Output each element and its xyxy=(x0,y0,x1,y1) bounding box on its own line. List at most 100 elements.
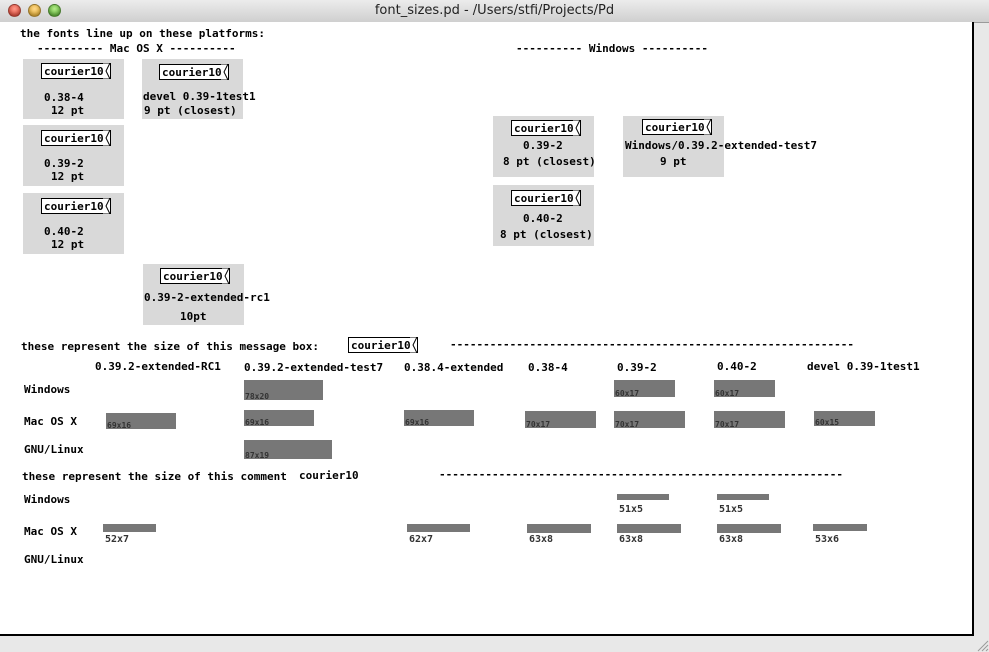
size-label: 70x17 xyxy=(526,420,551,429)
row-label: Windows xyxy=(24,493,71,506)
message-box[interactable]: courier10 xyxy=(160,268,230,284)
size-label: 70x17 xyxy=(615,420,640,429)
sample-size: 8 pt (closest) xyxy=(500,228,593,241)
size-label: 51x5 xyxy=(619,504,644,515)
size-block: 70x17 xyxy=(525,411,596,429)
patch-canvas[interactable]: the fonts line up on these platforms: --… xyxy=(0,22,974,636)
windows-heading: ---------- Windows ---------- xyxy=(516,42,709,55)
message-box[interactable]: courier10 xyxy=(41,63,111,79)
message-box-text: courier10 xyxy=(514,122,574,135)
size-label: 62x7 xyxy=(409,534,434,545)
intro-comment: the fonts line up on these platforms: xyxy=(20,27,266,40)
sample-size: 12 pt xyxy=(51,104,85,117)
sample-size: 9 pt xyxy=(660,155,687,168)
size-block: 60x15 xyxy=(814,411,875,427)
column-header: 0.38.4-extended xyxy=(404,361,504,374)
size-block: 69x16 xyxy=(244,410,314,427)
size-block xyxy=(717,524,781,533)
message-box[interactable]: courier10 xyxy=(642,119,712,135)
size-block xyxy=(103,524,156,532)
resize-grip-icon[interactable] xyxy=(975,638,989,652)
sample-size: 10pt xyxy=(180,310,207,323)
row-label: GNU/Linux xyxy=(24,553,84,566)
column-header: 0.38-4 xyxy=(528,361,568,374)
msgsize-title: these represent the size of this message… xyxy=(21,340,320,353)
message-box-text: courier10 xyxy=(44,200,104,213)
size-label: 70x17 xyxy=(715,420,740,429)
size-label: 69x16 xyxy=(245,418,270,427)
comment-sample: courier10 xyxy=(299,469,359,482)
title-bar: font_sizes.pd - /Users/stfi/Projects/Pd xyxy=(0,0,989,23)
column-header: 0.39.2-extended-test7 xyxy=(244,361,384,374)
sample-version: 0.40-2 xyxy=(44,225,84,238)
size-block: 60x17 xyxy=(714,380,775,398)
message-flag-icon xyxy=(103,63,111,79)
message-flag-icon xyxy=(704,119,712,135)
size-block: 70x17 xyxy=(614,411,685,429)
message-box-text: courier10 xyxy=(514,192,574,205)
column-header: 0.39.2-extended-RC1 xyxy=(95,360,221,373)
size-label: 53x6 xyxy=(815,534,840,545)
size-block xyxy=(407,524,470,532)
window-title: font_sizes.pd - /Users/stfi/Projects/Pd xyxy=(374,3,615,18)
size-label: 60x17 xyxy=(615,389,640,398)
message-box-text: courier10 xyxy=(44,132,104,145)
size-label: 60x17 xyxy=(715,389,740,398)
row-label: GNU/Linux xyxy=(24,443,84,456)
size-block xyxy=(717,494,769,500)
message-box-text: courier10 xyxy=(44,65,104,78)
size-label: 63x8 xyxy=(619,534,644,545)
commentsize-title: these represent the size of this comment xyxy=(22,470,287,483)
message-box[interactable]: courier10 xyxy=(511,190,581,206)
size-block xyxy=(617,494,669,500)
size-label: 52x7 xyxy=(105,534,130,545)
size-label: 69x16 xyxy=(405,418,430,427)
message-box[interactable]: courier10 xyxy=(41,130,111,146)
message-box[interactable]: courier10 xyxy=(348,337,418,353)
size-label: 51x5 xyxy=(719,504,744,515)
size-block: 70x17 xyxy=(714,411,785,429)
sample-version: devel 0.39-1test1 xyxy=(143,90,256,103)
sample-version: 0.39-2 xyxy=(523,139,563,152)
sample-size: 12 pt xyxy=(51,170,85,183)
size-label: 69x16 xyxy=(107,421,132,430)
msgsize-dashes: ----------------------------------------… xyxy=(450,338,854,351)
message-box[interactable]: courier10 xyxy=(41,198,111,214)
size-block: 69x16 xyxy=(404,410,474,427)
message-flag-icon xyxy=(103,130,111,146)
message-flag-icon xyxy=(221,64,229,80)
mac-heading: ---------- Mac OS X ---------- xyxy=(37,42,236,55)
size-block: 60x17 xyxy=(614,380,675,398)
size-block xyxy=(527,524,591,533)
sample-size: 9 pt (closest) xyxy=(144,104,237,117)
sample-size: 12 pt xyxy=(51,238,85,251)
column-header: 0.40-2 xyxy=(717,360,757,373)
message-box-text: courier10 xyxy=(162,66,222,79)
sample-version: 0.39-2-extended-rc1 xyxy=(144,291,270,304)
column-header: devel 0.39-1test1 xyxy=(807,360,920,373)
size-label: 78x20 xyxy=(245,392,270,401)
message-box[interactable]: courier10 xyxy=(511,120,581,136)
sample-version: 0.39-2 xyxy=(44,157,84,170)
size-label: 60x15 xyxy=(815,418,840,427)
message-flag-icon xyxy=(573,120,581,136)
row-label: Windows xyxy=(24,383,71,396)
size-block xyxy=(617,524,681,533)
sample-version: Windows/0.39.2-extended-test7 xyxy=(625,139,818,152)
size-block: 87x19 xyxy=(244,440,332,460)
message-box-text: courier10 xyxy=(351,339,411,352)
size-label: 87x19 xyxy=(245,451,270,460)
size-label: 63x8 xyxy=(529,534,554,545)
sample-version: 0.40-2 xyxy=(523,212,563,225)
message-box-text: courier10 xyxy=(645,121,705,134)
message-flag-icon xyxy=(410,337,418,353)
size-block xyxy=(813,524,867,531)
sample-size: 8 pt (closest) xyxy=(503,155,596,168)
size-block: 78x20 xyxy=(244,380,323,401)
commentsize-dashes: ----------------------------------------… xyxy=(439,468,843,481)
message-box[interactable]: courier10 xyxy=(159,64,229,80)
row-label: Mac OS X xyxy=(24,415,77,428)
message-flag-icon xyxy=(103,198,111,214)
row-label: Mac OS X xyxy=(24,525,77,538)
message-box-text: courier10 xyxy=(163,270,223,283)
